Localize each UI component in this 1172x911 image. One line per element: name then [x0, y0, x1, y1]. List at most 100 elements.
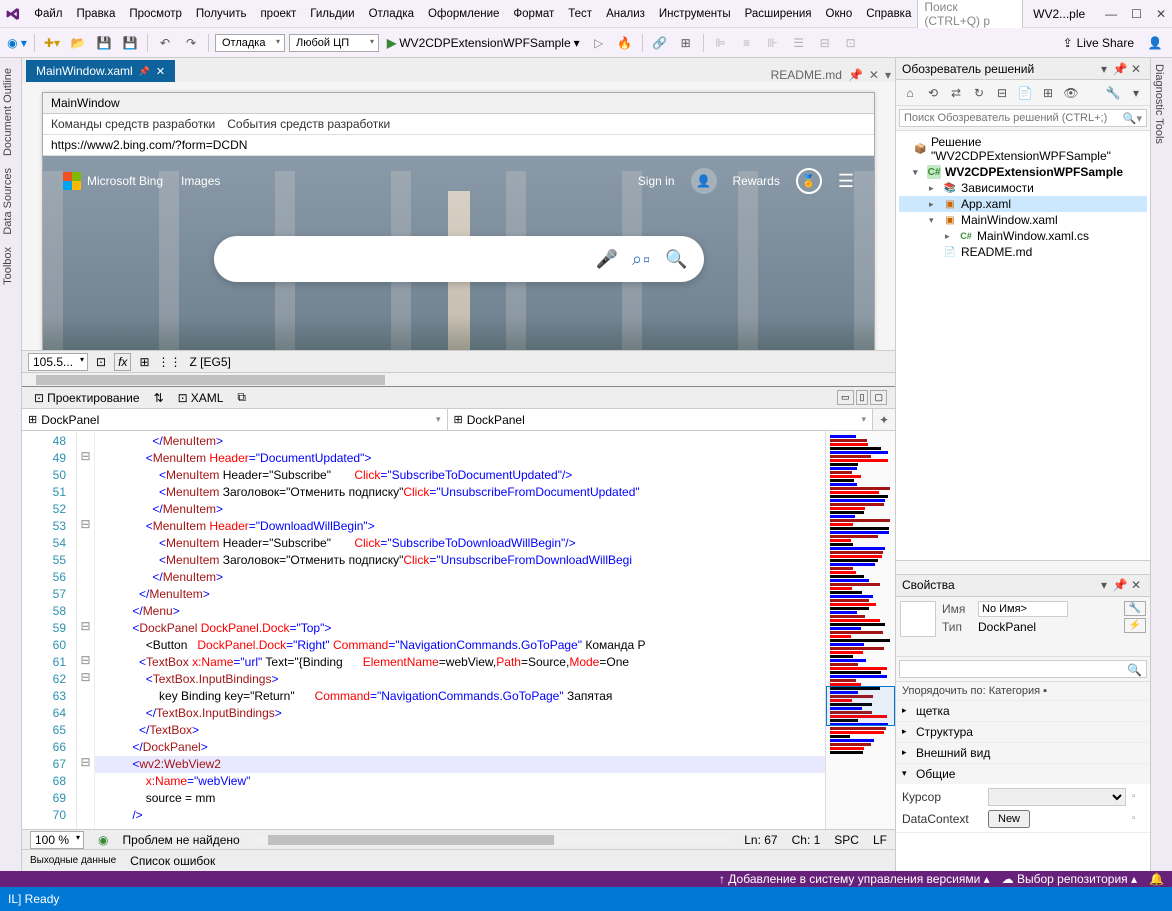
code-editor[interactable]: 4849505152535455565758596061626364656667…	[22, 431, 895, 829]
split-h-icon[interactable]: ▭	[837, 390, 854, 405]
save-button[interactable]: 💾	[93, 32, 115, 54]
minimize-button[interactable]: —	[1105, 7, 1117, 21]
left-tab-document-outline[interactable]: Document Outline	[0, 62, 21, 162]
new-item-button[interactable]: ✚▾	[41, 32, 63, 54]
feedback-button[interactable]: 👤	[1144, 32, 1166, 54]
tab-mainwindow-xaml[interactable]: MainWindow.xaml📌✕	[26, 60, 175, 82]
collapse-icon[interactable]: ⊟	[992, 83, 1012, 103]
dev-commands-menu[interactable]: Команды средств разработки	[51, 117, 215, 131]
menu-Правка[interactable]: Правка	[71, 5, 122, 23]
search-icon[interactable]: 🔍	[665, 249, 687, 270]
search-icon[interactable]: 🔍	[1127, 663, 1142, 677]
close-tab-icon[interactable]: ✕	[156, 65, 165, 78]
prop-category[interactable]: ▸Структура	[896, 722, 1150, 742]
tab-close-icon[interactable]: ✕	[869, 68, 879, 82]
close-panel-icon[interactable]: ✕	[1128, 62, 1144, 76]
properties-icon[interactable]: ⊞	[1038, 83, 1058, 103]
search-icon[interactable]: 🔍▾	[1123, 112, 1142, 125]
tree-item[interactable]: 📦Решение "WV2CDPExtensionWPFSample"	[899, 134, 1147, 164]
show-all-icon[interactable]: 📄	[1015, 83, 1035, 103]
left-tab-data-sources[interactable]: Data Sources	[0, 162, 21, 241]
dev-events-menu[interactable]: События средств разработки	[227, 117, 390, 131]
redo-button[interactable]: ↷	[180, 32, 202, 54]
camera-icon[interactable]: ⌕⌑	[632, 249, 651, 270]
designer-zoom[interactable]: 105.5...	[28, 353, 88, 371]
align-5[interactable]: ⊟	[814, 32, 836, 54]
browser-link-button[interactable]: 🔗	[649, 32, 671, 54]
start-debug-button[interactable]: ▶WV2CDPExtensionWPFSample ▾	[383, 34, 584, 52]
bing-rewards[interactable]: Rewards	[733, 174, 780, 188]
hot-reload-button[interactable]: 🔥	[614, 32, 636, 54]
inner-element-dropdown[interactable]: ⊞ DockPanel	[448, 409, 874, 430]
platform-dropdown[interactable]: Любой ЦП	[289, 34, 379, 52]
avatar-icon[interactable]: 👤	[691, 168, 717, 194]
prop-new-button[interactable]: New	[988, 810, 1030, 828]
menu-Расширения[interactable]: Расширения	[739, 5, 818, 23]
tree-item[interactable]: 📄README.md	[899, 244, 1147, 260]
tab-readme[interactable]: README.md	[771, 68, 842, 82]
home-icon[interactable]: ⌂	[900, 83, 920, 103]
event-icon[interactable]: ⚡	[1124, 618, 1146, 633]
issues-indicator[interactable]: ◉	[98, 833, 108, 847]
tree-item[interactable]: ▸▣App.xaml	[899, 196, 1147, 212]
grid-icon[interactable]: ⊞	[139, 355, 149, 369]
popout-icon[interactable]: ⧉	[237, 390, 246, 405]
menu-Тест[interactable]: Тест	[562, 5, 598, 23]
snap-icon[interactable]: ⋮⋮	[158, 355, 182, 369]
menu-Просмотр[interactable]: Просмотр	[123, 5, 188, 23]
sync-icon[interactable]: ⇄	[946, 83, 966, 103]
fx-icon[interactable]: fx	[114, 353, 131, 371]
source-control-add[interactable]: ↑ Добавление в систему управления версия…	[719, 872, 990, 886]
split-o-icon[interactable]: ▢	[870, 390, 887, 405]
align-3[interactable]: ⊪	[762, 32, 784, 54]
align-2[interactable]: ≡	[736, 32, 758, 54]
config-dropdown[interactable]: Отладка	[215, 34, 285, 52]
outer-element-dropdown[interactable]: ⊞ DockPanel	[22, 409, 448, 430]
bing-signin[interactable]: Sign in	[638, 174, 675, 188]
rewards-icon[interactable]: 🏅	[796, 168, 822, 194]
align-1[interactable]: ⊫	[710, 32, 732, 54]
refresh-icon[interactable]: ↻	[969, 83, 989, 103]
menu-Отладка[interactable]: Отладка	[363, 5, 420, 23]
tree-item[interactable]: ▾C#WV2CDPExtensionWPFSample	[899, 164, 1147, 180]
close-button[interactable]: ✕	[1156, 7, 1166, 21]
menu-Файл[interactable]: Файл	[28, 5, 68, 23]
code-zoom[interactable]: 100 %	[30, 831, 84, 849]
start-nodebug-button[interactable]: ▷	[588, 32, 610, 54]
pin-icon[interactable]: 📌	[139, 66, 150, 77]
bing-images-link[interactable]: Images	[181, 174, 220, 188]
menu-Инструменты[interactable]: Инструменты	[653, 5, 737, 23]
sort-label[interactable]: Упорядочить по: Категория ▪	[896, 682, 1150, 701]
align-6[interactable]: ⊡	[840, 32, 862, 54]
left-tab-toolbox[interactable]: Toolbox	[0, 241, 21, 291]
hamburger-icon[interactable]: ☰	[838, 171, 854, 192]
menu-Получить[interactable]: Получить	[190, 5, 253, 23]
save-all-button[interactable]: 💾	[119, 32, 141, 54]
undo-button[interactable]: ↶	[154, 32, 176, 54]
menu-проект[interactable]: проект	[254, 5, 302, 23]
menu-Оформление[interactable]: Оформление	[422, 5, 505, 23]
menu-Формат[interactable]: Формат	[507, 5, 560, 23]
align-4[interactable]: ☰	[788, 32, 810, 54]
panel-menu-icon[interactable]: ▾	[1096, 62, 1112, 76]
repo-select[interactable]: ☁ Выбор репозитория ▴	[1002, 872, 1137, 886]
wrench-icon[interactable]: 🔧	[1103, 83, 1123, 103]
pin-icon[interactable]: 📌	[1112, 578, 1128, 592]
menu-Справка[interactable]: Справка	[860, 5, 917, 23]
panel-menu-icon[interactable]: ▾	[1096, 578, 1112, 592]
menu-Анализ[interactable]: Анализ	[600, 5, 651, 23]
design-tab[interactable]: ⊡ Проектирование	[30, 389, 144, 407]
bing-search-box[interactable]: 🎤 ⌕⌑ 🔍	[214, 236, 704, 282]
menu-Окно[interactable]: Окно	[820, 5, 859, 23]
maximize-button[interactable]: ☐	[1131, 7, 1142, 21]
tab-pin-icon[interactable]: 📌	[848, 68, 863, 82]
bell-icon[interactable]: 🔔	[1149, 872, 1164, 886]
pin-icon[interactable]: 📌	[1112, 62, 1128, 76]
designer-canvas[interactable]: MainWindow Команды средств разработки Со…	[22, 82, 895, 350]
xaml-tab[interactable]: ⊡ XAML	[174, 389, 228, 407]
tab-menu-icon[interactable]: ▾	[885, 68, 891, 82]
open-button[interactable]: 📂	[67, 32, 89, 54]
close-panel-icon[interactable]: ✕	[1128, 578, 1144, 592]
fit-icon[interactable]: ⊡	[96, 355, 106, 369]
tree-item[interactable]: ▾▣MainWindow.xaml	[899, 212, 1147, 228]
